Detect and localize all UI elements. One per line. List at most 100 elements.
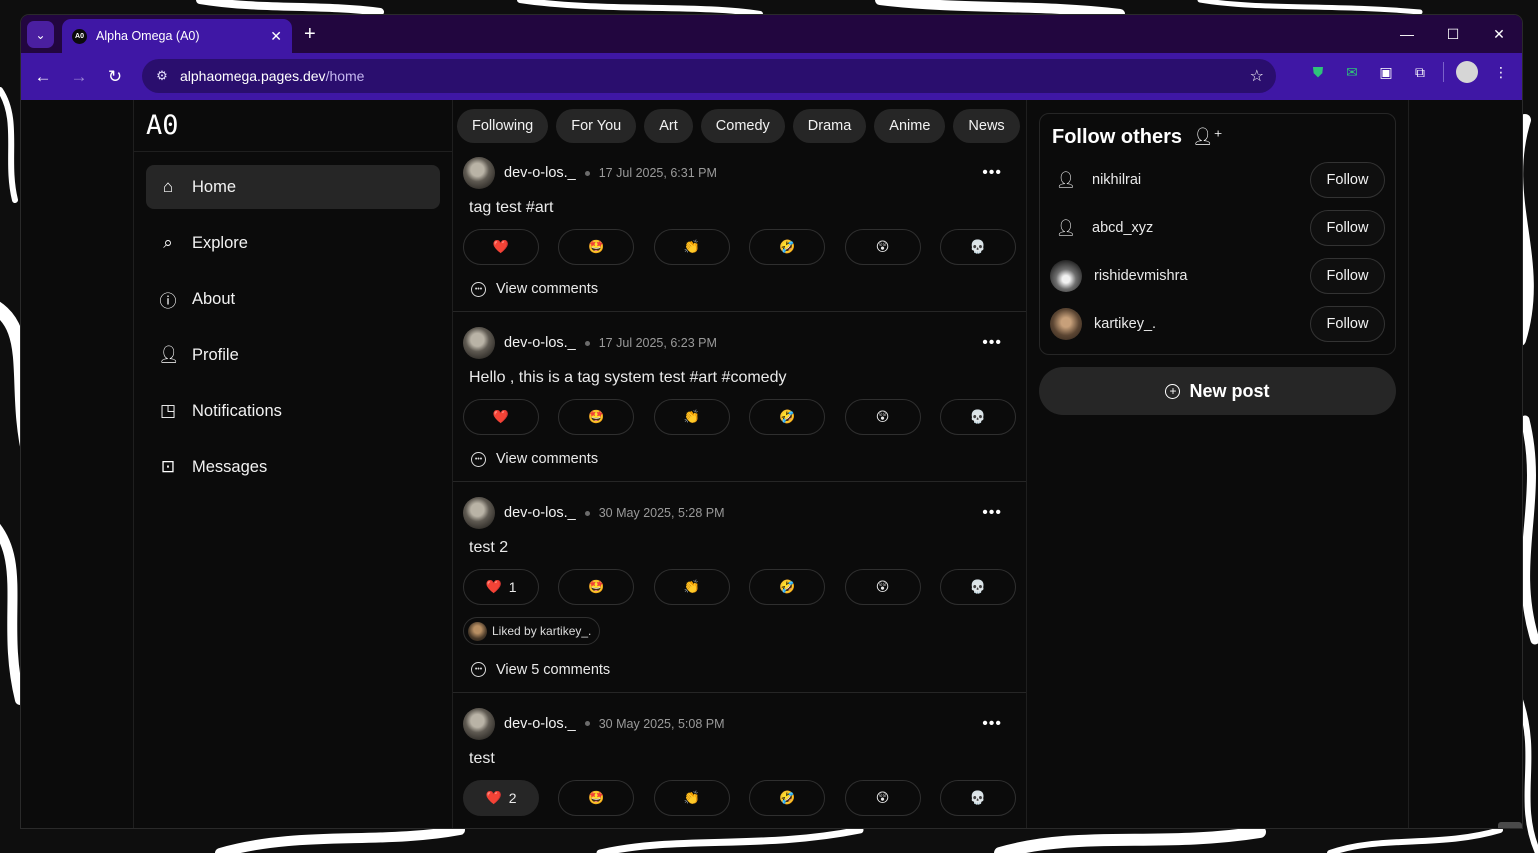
browser-tab[interactable]: A0 Alpha Omega (A0) ✕ [62, 19, 292, 53]
avatar[interactable] [463, 157, 495, 189]
more-options-icon[interactable]: ••• [982, 715, 1002, 733]
react-surprise-button[interactable]: 😲 [844, 229, 921, 265]
avatar[interactable] [1050, 260, 1082, 292]
reload-button[interactable]: ↻ [97, 59, 133, 95]
back-button[interactable]: ← [25, 59, 61, 95]
nav-item-profile[interactable]: 👤︎ Profile [146, 333, 440, 377]
tab-search-button[interactable]: ⌄ [27, 21, 54, 48]
react-star-eyes-button[interactable]: 🤩 [558, 569, 635, 605]
react-heart-button[interactable]: ❤️ 2 [463, 779, 539, 816]
more-options-icon[interactable]: ••• [982, 164, 1002, 182]
view-comments-link[interactable]: ••• View comments [463, 435, 1016, 471]
post-text: test [469, 749, 495, 767]
react-laugh-button[interactable]: 🤣 [749, 779, 826, 816]
avatar[interactable] [463, 327, 495, 359]
search-icon: ⌕ [163, 233, 173, 252]
new-tab-button[interactable]: + [304, 23, 316, 46]
react-laugh-button[interactable]: 🤣 [749, 569, 826, 605]
react-heart-button[interactable]: ❤️ [463, 229, 539, 265]
puzzle-extensions-icon[interactable]: ⧉ [1409, 61, 1431, 83]
react-clap-button[interactable]: 👏 [653, 779, 730, 816]
forward-button[interactable]: → [61, 59, 97, 95]
nav-item-home[interactable]: ⌂ Home [146, 165, 440, 209]
scrollbar-thumb[interactable] [1498, 822, 1522, 828]
react-skull-button[interactable]: 💀 [939, 399, 1016, 435]
react-skull-button[interactable]: 💀 [939, 779, 1016, 816]
follow-suggestion-row: 👤︎ abcd_xyz Follow [1052, 204, 1385, 252]
close-tab-icon[interactable]: ✕ [270, 28, 282, 45]
nav-item-messages[interactable]: ⊡ Messages [146, 445, 440, 489]
react-surprise-button[interactable]: 😲 [844, 569, 921, 605]
message-icon: ⊡ [160, 457, 176, 476]
post: dev-o-los._ 17 Jul 2025, 6:23 PM ••• Hel… [453, 312, 1026, 482]
react-star-eyes-button[interactable]: 🤩 [558, 229, 635, 265]
follow-button[interactable]: Follow [1310, 258, 1385, 294]
chip-news[interactable]: News [953, 109, 1020, 143]
post-username[interactable]: dev-o-los._ [504, 335, 576, 351]
react-heart-button[interactable]: ❤️ 1 [463, 569, 539, 605]
post-username[interactable]: dev-o-los._ [504, 165, 576, 181]
chip-for-you[interactable]: For You [556, 109, 637, 143]
react-surprise-button[interactable]: 😲 [844, 779, 921, 816]
post-username[interactable]: dev-o-los._ [504, 505, 576, 521]
heart-count: 2 [508, 789, 517, 806]
bookmark-star-icon[interactable]: ☆ [1250, 66, 1264, 86]
shield-extension-icon[interactable]: ⛊ [1307, 61, 1329, 83]
mail-extension-icon[interactable]: ✉ [1341, 61, 1363, 83]
follow-suggestions-card: Follow others 👤︎⁺ 👤︎ nikhilrai Follow 👤︎… [1039, 113, 1396, 355]
suggested-username[interactable]: kartikey_. [1094, 316, 1310, 332]
profile-avatar[interactable] [1456, 61, 1478, 83]
react-skull-button[interactable]: 💀 [939, 569, 1016, 605]
chip-following[interactable]: Following [457, 109, 549, 143]
avatar[interactable] [463, 497, 495, 529]
address-bar[interactable]: ⚙ alphaomega.pages.dev/home ☆ [142, 59, 1276, 93]
suggested-username[interactable]: abcd_xyz [1092, 220, 1310, 236]
nav-item-explore[interactable]: ⌕ Explore [146, 221, 440, 265]
chip-comedy[interactable]: Comedy [700, 109, 785, 143]
react-skull-button[interactable]: 💀 [939, 229, 1016, 265]
close-window-icon[interactable]: ✕ [1476, 15, 1522, 53]
follow-button[interactable]: Follow [1310, 162, 1385, 198]
suggested-username[interactable]: rishidevmishra [1094, 268, 1310, 284]
react-clap-button[interactable]: 👏 [653, 399, 730, 435]
site-logo[interactable]: A0 [134, 100, 452, 152]
react-star-eyes-button[interactable]: 🤩 [558, 779, 635, 816]
react-laugh-button[interactable]: 🤣 [749, 229, 826, 265]
url-text[interactable]: alphaomega.pages.dev/home [180, 68, 1240, 84]
chip-anime[interactable]: Anime [874, 109, 946, 143]
minimize-icon[interactable]: — [1384, 15, 1430, 53]
chip-drama[interactable]: Drama [792, 109, 867, 143]
nav-item-about[interactable]: ⓘ About [146, 277, 440, 321]
maximize-icon[interactable]: ☐ [1430, 15, 1476, 53]
more-options-icon[interactable]: ••• [982, 504, 1002, 522]
avatar[interactable] [463, 707, 495, 740]
follow-button[interactable]: Follow [1310, 306, 1385, 342]
avatar[interactable] [1050, 308, 1082, 340]
view-comments-link[interactable]: ••• View 5 comments [463, 646, 1016, 682]
separator-dot [584, 340, 590, 346]
screen-extension-icon[interactable]: ▣ [1375, 61, 1397, 83]
view-comments-link[interactable]: ••• View comments [463, 265, 1016, 301]
react-clap-button[interactable]: 👏 [653, 229, 730, 265]
bell-icon: ◳ [159, 401, 177, 420]
post-username[interactable]: dev-o-los._ [504, 716, 576, 732]
post-timestamp: 17 Jul 2025, 6:23 PM [598, 336, 717, 350]
new-post-button[interactable]: + New post [1039, 367, 1396, 415]
browser-menu-icon[interactable]: ⋮ [1490, 61, 1512, 83]
follow-suggestion-row: 👤︎ nikhilrai Follow [1052, 156, 1385, 204]
more-options-icon[interactable]: ••• [982, 334, 1002, 352]
site-info-icon[interactable]: ⚙ [154, 68, 170, 84]
user-icon: 👤︎ [1055, 220, 1077, 237]
chip-art[interactable]: Art [644, 109, 693, 143]
react-heart-button[interactable]: ❤️ [463, 399, 539, 435]
title-bar: ⌄ A0 Alpha Omega (A0) ✕ + — ☐ ✕ [21, 15, 1522, 53]
react-star-eyes-button[interactable]: 🤩 [558, 399, 635, 435]
react-laugh-button[interactable]: 🤣 [749, 399, 826, 435]
follow-button[interactable]: Follow [1310, 210, 1385, 246]
nav-item-notifications[interactable]: ◳ Notifications [146, 389, 440, 433]
home-icon: ⌂ [162, 177, 174, 196]
suggested-username[interactable]: nikhilrai [1092, 172, 1310, 188]
react-clap-button[interactable]: 👏 [653, 569, 730, 605]
liked-by-badge[interactable]: Liked by kartikey_. [463, 617, 601, 645]
react-surprise-button[interactable]: 😲 [844, 399, 921, 435]
